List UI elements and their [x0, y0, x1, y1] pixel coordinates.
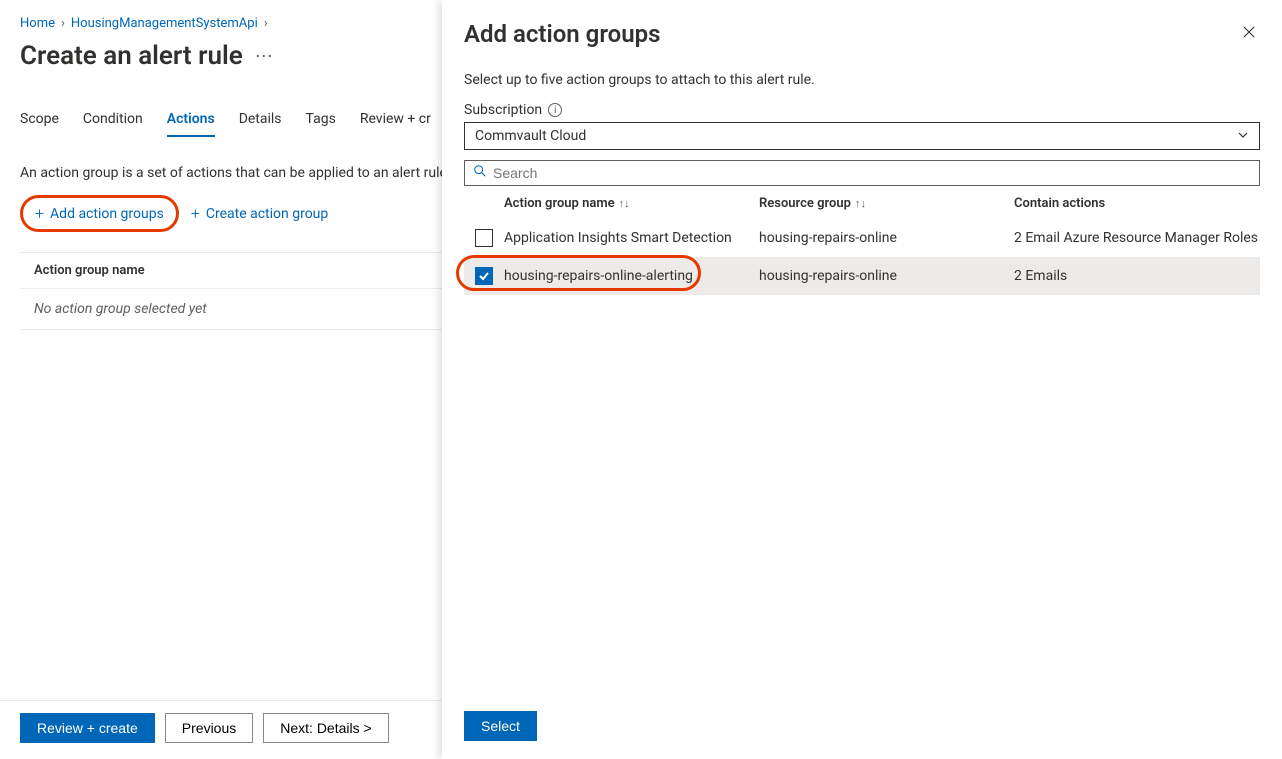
- panel-title: Add action groups: [464, 20, 660, 48]
- tab-review[interactable]: Review + cr: [360, 111, 431, 137]
- breadcrumb-app[interactable]: HousingManagementSystemApi: [71, 16, 258, 31]
- create-action-group-button[interactable]: + Create action group: [191, 204, 328, 223]
- row-checkbox[interactable]: [475, 229, 493, 247]
- review-create-button[interactable]: Review + create: [20, 713, 155, 743]
- contain-actions-cell: 2 Emails: [1014, 268, 1260, 284]
- plus-icon: +: [191, 204, 200, 223]
- tab-condition[interactable]: Condition: [83, 111, 143, 137]
- page-title: Create an alert rule: [20, 41, 243, 71]
- close-icon[interactable]: [1238, 20, 1260, 47]
- add-action-groups-button[interactable]: + Add action groups: [20, 195, 179, 232]
- action-group-name-cell: housing-repairs-online-alerting: [504, 268, 759, 284]
- resource-group-cell: housing-repairs-online: [759, 268, 1014, 284]
- column-action-group-name[interactable]: Action group name↑↓: [504, 196, 759, 211]
- resource-group-cell: housing-repairs-online: [759, 230, 1014, 246]
- tab-tags[interactable]: Tags: [306, 111, 336, 137]
- sort-icon: ↑↓: [855, 197, 866, 210]
- previous-button[interactable]: Previous: [165, 713, 253, 743]
- search-input[interactable]: [493, 165, 1251, 181]
- table-row[interactable]: housing-repairs-online-alerting housing-…: [464, 257, 1260, 295]
- subscription-dropdown[interactable]: Commvault Cloud: [464, 122, 1260, 150]
- chevron-right-icon: ›: [264, 16, 268, 31]
- tab-details[interactable]: Details: [239, 111, 282, 137]
- breadcrumb-home[interactable]: Home: [20, 16, 55, 31]
- row-checkbox[interactable]: [475, 267, 493, 285]
- panel-subtitle: Select up to five action groups to attac…: [464, 72, 1260, 88]
- search-box[interactable]: [464, 160, 1260, 186]
- search-icon: [473, 164, 487, 182]
- table-row[interactable]: Application Insights Smart Detection hou…: [464, 219, 1260, 257]
- plus-icon: +: [35, 204, 44, 223]
- more-icon[interactable]: ⋯: [255, 46, 273, 67]
- add-action-groups-panel: Add action groups Select up to five acti…: [442, 0, 1282, 759]
- info-icon[interactable]: i: [548, 103, 562, 117]
- tab-actions[interactable]: Actions: [167, 111, 215, 137]
- tab-scope[interactable]: Scope: [20, 111, 59, 137]
- column-resource-group[interactable]: Resource group↑↓: [759, 196, 1014, 211]
- chevron-down-icon: [1237, 129, 1249, 144]
- next-details-button[interactable]: Next: Details >: [263, 713, 388, 743]
- column-contain-actions[interactable]: Contain actions: [1014, 196, 1260, 211]
- contain-actions-cell: 2 Email Azure Resource Manager Roles: [1014, 230, 1260, 246]
- chevron-right-icon: ›: [61, 16, 65, 31]
- subscription-label: Subscription i: [464, 102, 1260, 118]
- select-button[interactable]: Select: [464, 711, 537, 741]
- action-group-name-cell: Application Insights Smart Detection: [504, 230, 759, 246]
- sort-icon: ↑↓: [619, 197, 630, 210]
